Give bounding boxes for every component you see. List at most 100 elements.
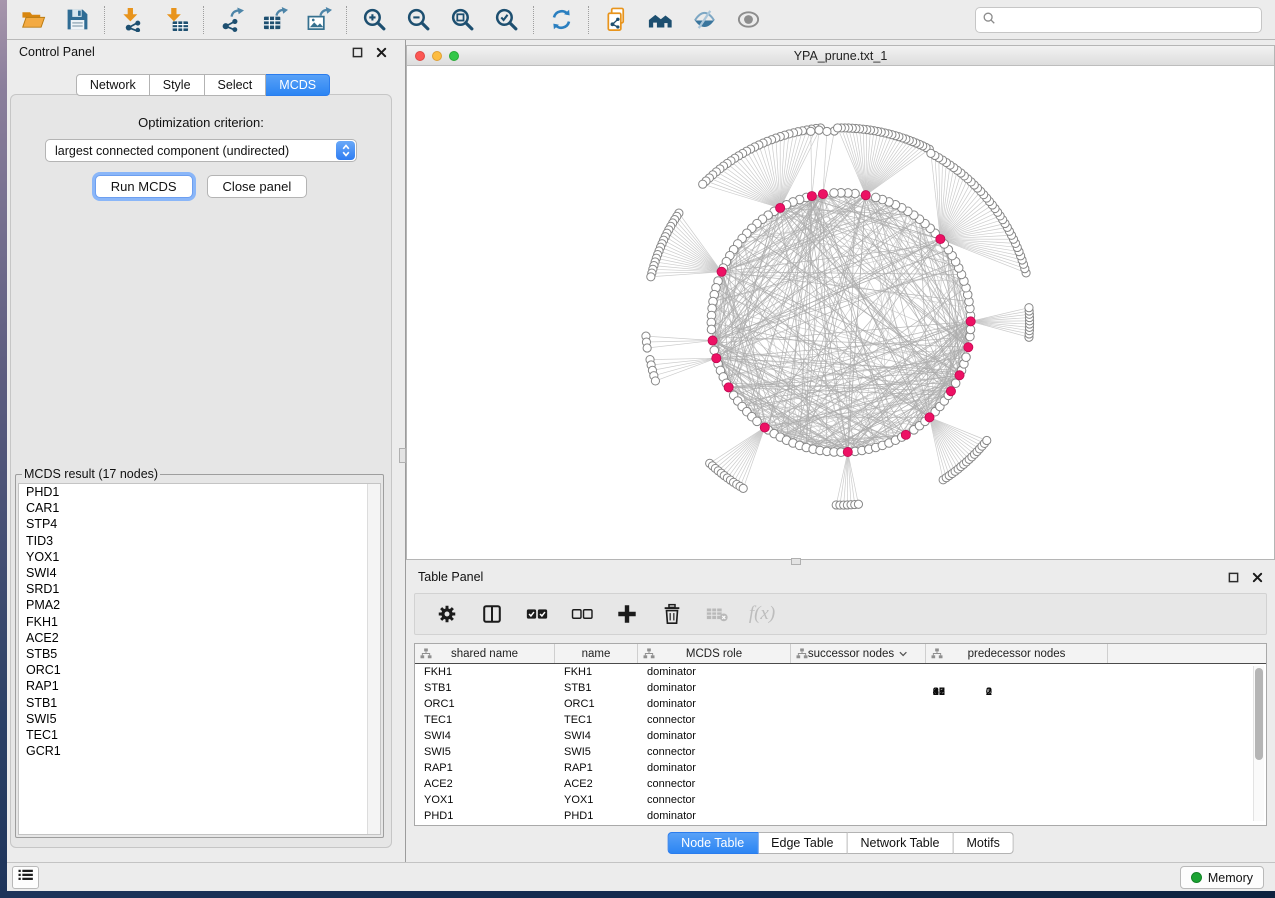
toolbar-separator: [533, 6, 534, 34]
close-table-panel-icon[interactable]: [1252, 572, 1263, 583]
close-panel-button[interactable]: Close panel: [207, 175, 308, 198]
deselect-all-columns-icon[interactable]: [569, 601, 595, 627]
select-all-columns-icon[interactable]: [524, 601, 550, 627]
import-table-icon[interactable]: [162, 6, 190, 34]
close-traffic-light-icon[interactable]: [415, 51, 425, 61]
table-cell: STB1: [555, 680, 638, 696]
export-table-icon[interactable]: [261, 6, 289, 34]
tab-network-table[interactable]: Network Table: [848, 832, 954, 854]
float-table-panel-icon[interactable]: [1228, 572, 1239, 583]
tab-motifs[interactable]: Motifs: [953, 832, 1013, 854]
network-graph[interactable]: [407, 66, 1274, 559]
mcds-result-item[interactable]: FKH1: [19, 614, 380, 630]
memory-button[interactable]: Memory: [1180, 866, 1264, 889]
tab-mcds[interactable]: MCDS: [266, 74, 330, 96]
mcds-result-item[interactable]: PHD1: [19, 484, 380, 500]
mcds-result-item[interactable]: STB1: [19, 695, 380, 711]
zoom-traffic-light-icon[interactable]: [449, 51, 459, 61]
table-panel-tabs: Node TableEdge TableNetwork TableMotifs: [667, 832, 1014, 854]
column-header-MCDS-role[interactable]: MCDS role: [638, 644, 791, 663]
mcds-result-item[interactable]: PMA2: [19, 597, 380, 613]
table-cell: dominator: [638, 808, 791, 824]
search-input[interactable]: [1000, 13, 1255, 27]
tab-edge-table[interactable]: Edge Table: [758, 832, 847, 854]
hide-selected-icon[interactable]: [690, 6, 718, 34]
table-row[interactable]: PHD1PHD1dominator180: [415, 808, 1266, 824]
toolbar-separator: [588, 6, 589, 34]
import-network-icon[interactable]: [118, 6, 146, 34]
column-header-successor-nodes[interactable]: successor nodes: [791, 644, 926, 663]
network-canvas[interactable]: [407, 66, 1274, 559]
table-cell: FKH1: [555, 664, 638, 680]
mcds-result-item[interactable]: ORC1: [19, 662, 380, 678]
mcds-result-item[interactable]: CAR1: [19, 500, 380, 516]
open-file-icon[interactable]: [19, 6, 47, 34]
column-header-name[interactable]: name: [555, 644, 638, 663]
mcds-result-item[interactable]: RAP1: [19, 678, 380, 694]
search-box[interactable]: [975, 7, 1262, 33]
tab-node-table[interactable]: Node Table: [667, 832, 758, 854]
table-settings-icon[interactable]: [434, 601, 460, 627]
table-cell: SWI5: [555, 744, 638, 760]
delete-column-icon[interactable]: [659, 601, 685, 627]
export-network-icon[interactable]: [217, 6, 245, 34]
run-mcds-button[interactable]: Run MCDS: [95, 175, 193, 198]
export-image-icon[interactable]: [305, 6, 333, 34]
mcds-result-item[interactable]: STP4: [19, 516, 380, 532]
tab-network[interactable]: Network: [76, 74, 150, 96]
table-scrollbar-thumb[interactable]: [1255, 668, 1263, 760]
toggle-column-view-icon[interactable]: [479, 601, 505, 627]
vertical-splitter[interactable]: [399, 40, 406, 862]
zoom-selected-icon[interactable]: [492, 6, 520, 34]
table-cell: YOX1: [415, 792, 555, 808]
network-window-titlebar: YPA_prune.txt_1: [407, 46, 1274, 66]
table-panel-title: Table Panel: [418, 570, 483, 584]
tab-select[interactable]: Select: [205, 74, 267, 96]
mcds-result-item[interactable]: SWI5: [19, 711, 380, 727]
table-cell: PHD1: [555, 808, 638, 824]
optimization-criterion-select[interactable]: largest connected component (undirected): [45, 139, 357, 162]
mcds-list-scrollbar[interactable]: [367, 484, 380, 834]
tab-style[interactable]: Style: [150, 74, 205, 96]
splitter-grip[interactable]: [399, 448, 406, 463]
mcds-result-list[interactable]: PHD1CAR1STP4TID3YOX1SWI4SRD1PMA2FKH1ACE2…: [18, 483, 381, 835]
table-cell: dominator: [638, 760, 791, 776]
mcds-result-item[interactable]: SRD1: [19, 581, 380, 597]
mcds-result-item[interactable]: GCR1: [19, 743, 380, 759]
column-header-predecessor-nodes[interactable]: predecessor nodes: [926, 644, 1108, 663]
minimize-traffic-light-icon[interactable]: [432, 51, 442, 61]
mcds-result-item[interactable]: YOX1: [19, 549, 380, 565]
network-view-window: YPA_prune.txt_1: [406, 45, 1275, 560]
table-cell: SWI5: [415, 744, 555, 760]
table-cell: RAP1: [555, 760, 638, 776]
column-header-shared-name[interactable]: shared name: [415, 644, 555, 663]
mcds-result-item[interactable]: TID3: [19, 533, 380, 549]
task-history-button[interactable]: [12, 866, 39, 889]
table-cell: 0: [814, 684, 996, 796]
zoom-out-icon[interactable]: [404, 6, 432, 34]
table-cell: dominator: [638, 664, 791, 680]
table-cell: connector: [638, 712, 791, 728]
table-scrollbar[interactable]: [1253, 666, 1264, 821]
mcds-result-item[interactable]: SWI4: [19, 565, 380, 581]
toolbar-separator: [346, 6, 347, 34]
table-row[interactable]: FKH1FKH1dominator962: [415, 664, 1266, 680]
horizontal-splitter-grip[interactable]: [791, 558, 801, 565]
memory-status-icon: [1191, 872, 1202, 883]
show-all-icon[interactable]: [734, 6, 762, 34]
zoom-fit-icon[interactable]: [448, 6, 476, 34]
create-column-icon[interactable]: [614, 601, 640, 627]
refresh-view-icon[interactable]: [547, 6, 575, 34]
table-cell: TEC1: [415, 712, 555, 728]
table-toolbar: f(x): [414, 593, 1267, 635]
save-session-icon[interactable]: [63, 6, 91, 34]
export-network-to-web-icon[interactable]: [602, 6, 630, 34]
float-panel-icon[interactable]: [352, 47, 363, 58]
mcds-result-item[interactable]: TEC1: [19, 727, 380, 743]
close-panel-icon[interactable]: [376, 47, 387, 58]
table-panel-header: Table Panel: [406, 565, 1275, 589]
zoom-in-icon[interactable]: [360, 6, 388, 34]
select-first-neighbors-icon[interactable]: [646, 6, 674, 34]
mcds-result-item[interactable]: STB5: [19, 646, 380, 662]
mcds-result-item[interactable]: ACE2: [19, 630, 380, 646]
